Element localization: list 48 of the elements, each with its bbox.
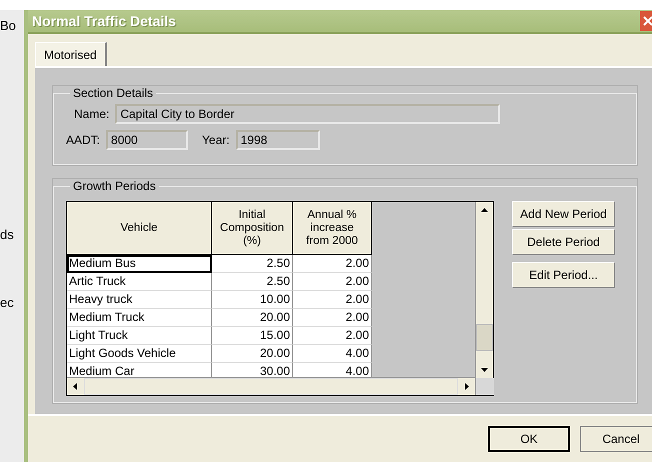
period-button[interactable]: Delete Period [512,229,615,255]
table-cell[interactable]: Light Truck [67,327,212,345]
table-cell[interactable]: 2.00 [293,309,372,327]
table-cell[interactable]: Heavy truck [67,291,212,309]
table-cell[interactable]: 4.00 [293,345,372,363]
window-title: Normal Traffic Details [31,13,176,29]
field-label: AADT: [66,133,100,147]
year-field[interactable]: 1998 [236,130,320,150]
background-window-text: Bo [0,18,17,34]
table-cell[interactable]: 2.00 [293,327,372,345]
horizontal-scrollbar[interactable] [67,377,475,395]
table-cell[interactable]: 2.00 [293,273,372,291]
growth-table[interactable] [66,201,494,396]
scrollbar-corner [476,378,494,395]
table-cell[interactable]: 30.00 [212,363,293,377]
close-icon[interactable] [640,11,652,31]
table-cell[interactable]: 10.00 [212,291,293,309]
field-label: Name: [74,107,110,121]
table-cell[interactable]: 20.00 [212,309,293,327]
table-cell[interactable]: Light Goods Vehicle [67,345,212,363]
period-button[interactable]: Edit Period... [512,262,615,288]
table-cell[interactable]: Medium Bus [67,255,212,273]
column-header[interactable]: Vehicle [67,202,212,255]
table-cell[interactable]: 2.50 [212,273,293,291]
cancel-button[interactable]: Cancel [580,426,652,452]
name-field[interactable]: Capital City to Border [115,104,500,124]
group-title: Section Details [72,86,154,100]
scrollbar-thumb[interactable] [476,324,493,351]
aadt-field[interactable]: 8000 [106,130,188,150]
field-label: Year: [202,133,230,147]
table-cell[interactable]: 2.00 [293,291,372,309]
vertical-scrollbar[interactable] [475,202,493,395]
tab[interactable]: Motorised [35,42,107,66]
column-header[interactable]: Initial Composition (%) [212,202,293,255]
table-cell[interactable]: 20.00 [212,345,293,363]
ok-button[interactable]: OK [488,426,570,452]
column-header[interactable]: Annual % increase from 2000 [293,202,372,255]
table-cell[interactable]: Medium Truck [67,309,212,327]
group-title: Growth Periods [72,179,157,193]
background-window-text: ec [0,295,15,311]
period-button[interactable]: Add New Period [512,201,615,227]
background-window-text: ds [0,227,15,243]
table-cell[interactable]: Medium Car [67,363,212,377]
table-cell[interactable]: Artic Truck [67,273,212,291]
table-cell[interactable]: 15.00 [212,327,293,345]
table-cell[interactable]: 4.00 [293,363,372,377]
table-cell[interactable]: 2.50 [212,255,293,273]
table-cell[interactable]: 2.00 [293,255,372,273]
